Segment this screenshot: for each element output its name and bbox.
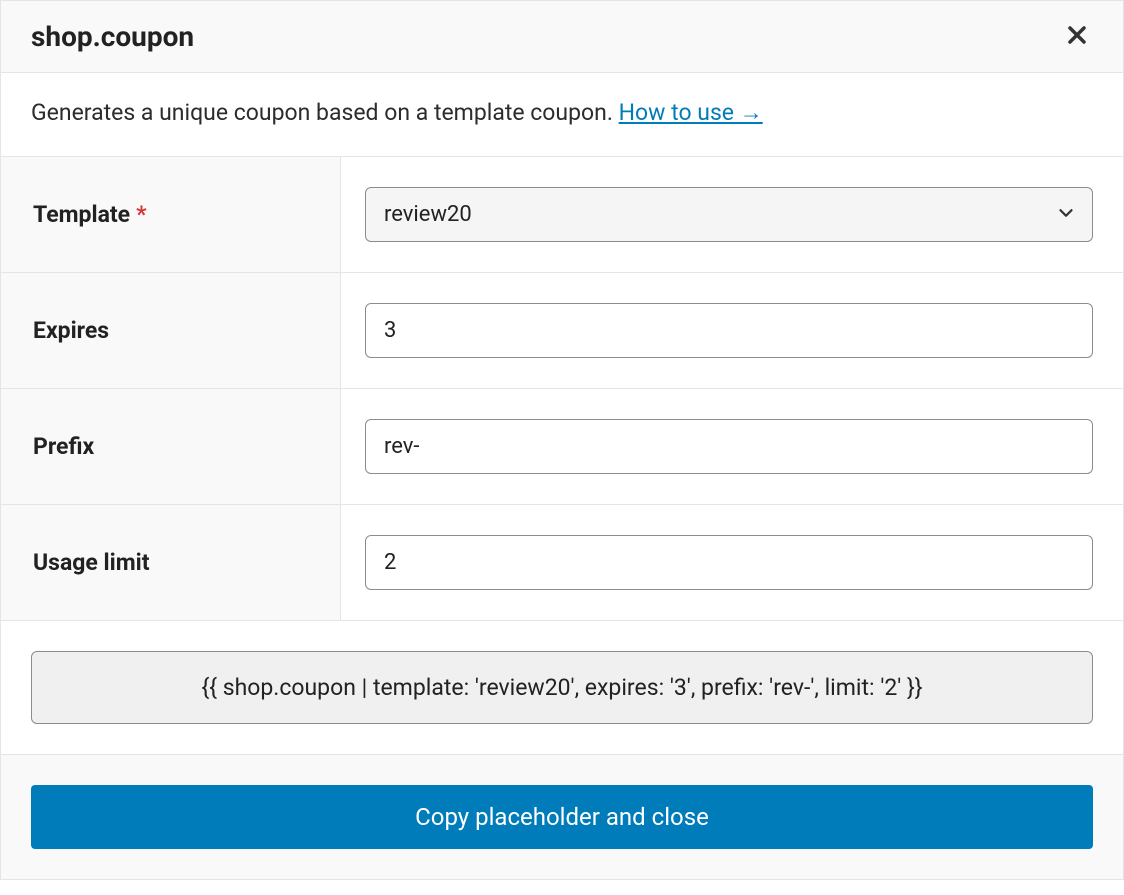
form-row-usage-limit: Usage limit [1, 505, 1123, 621]
description: Generates a unique coupon based on a tem… [1, 73, 1123, 157]
usage-limit-field-wrap [341, 505, 1123, 620]
modal-footer: Copy placeholder and close [1, 755, 1123, 879]
code-preview: {{ shop.coupon | template: 'review20', e… [31, 651, 1093, 724]
prefix-input[interactable] [365, 419, 1093, 474]
description-text: Generates a unique coupon based on a tem… [31, 99, 619, 126]
template-select-wrapper: review20 [365, 187, 1093, 242]
modal-header: shop.coupon [1, 1, 1123, 73]
usage-limit-label: Usage limit [1, 505, 341, 620]
modal-title: shop.coupon [31, 20, 194, 53]
usage-limit-label-text: Usage limit [33, 549, 150, 576]
coupon-modal: shop.coupon Generates a unique coupon ba… [0, 0, 1124, 880]
code-preview-row: {{ shop.coupon | template: 'review20', e… [1, 621, 1123, 755]
prefix-label: Prefix [1, 389, 341, 504]
form-row-prefix: Prefix [1, 389, 1123, 505]
expires-label-text: Expires [33, 317, 109, 344]
template-field-wrap: review20 [341, 157, 1123, 272]
how-to-use-link[interactable]: How to use → [619, 99, 763, 126]
usage-limit-input[interactable] [365, 535, 1093, 590]
expires-input[interactable] [365, 303, 1093, 358]
prefix-label-text: Prefix [33, 433, 94, 460]
prefix-field-wrap [341, 389, 1123, 504]
expires-label: Expires [1, 273, 341, 388]
template-select[interactable]: review20 [365, 187, 1093, 242]
template-label-text: Template [33, 201, 130, 228]
required-asterisk: * [136, 201, 146, 228]
close-button[interactable] [1061, 19, 1093, 54]
template-label: Template * [1, 157, 341, 272]
form-row-expires: Expires [1, 273, 1123, 389]
copy-placeholder-button[interactable]: Copy placeholder and close [31, 785, 1093, 849]
close-icon [1065, 35, 1089, 50]
form-row-template: Template * review20 [1, 157, 1123, 273]
expires-field-wrap [341, 273, 1123, 388]
